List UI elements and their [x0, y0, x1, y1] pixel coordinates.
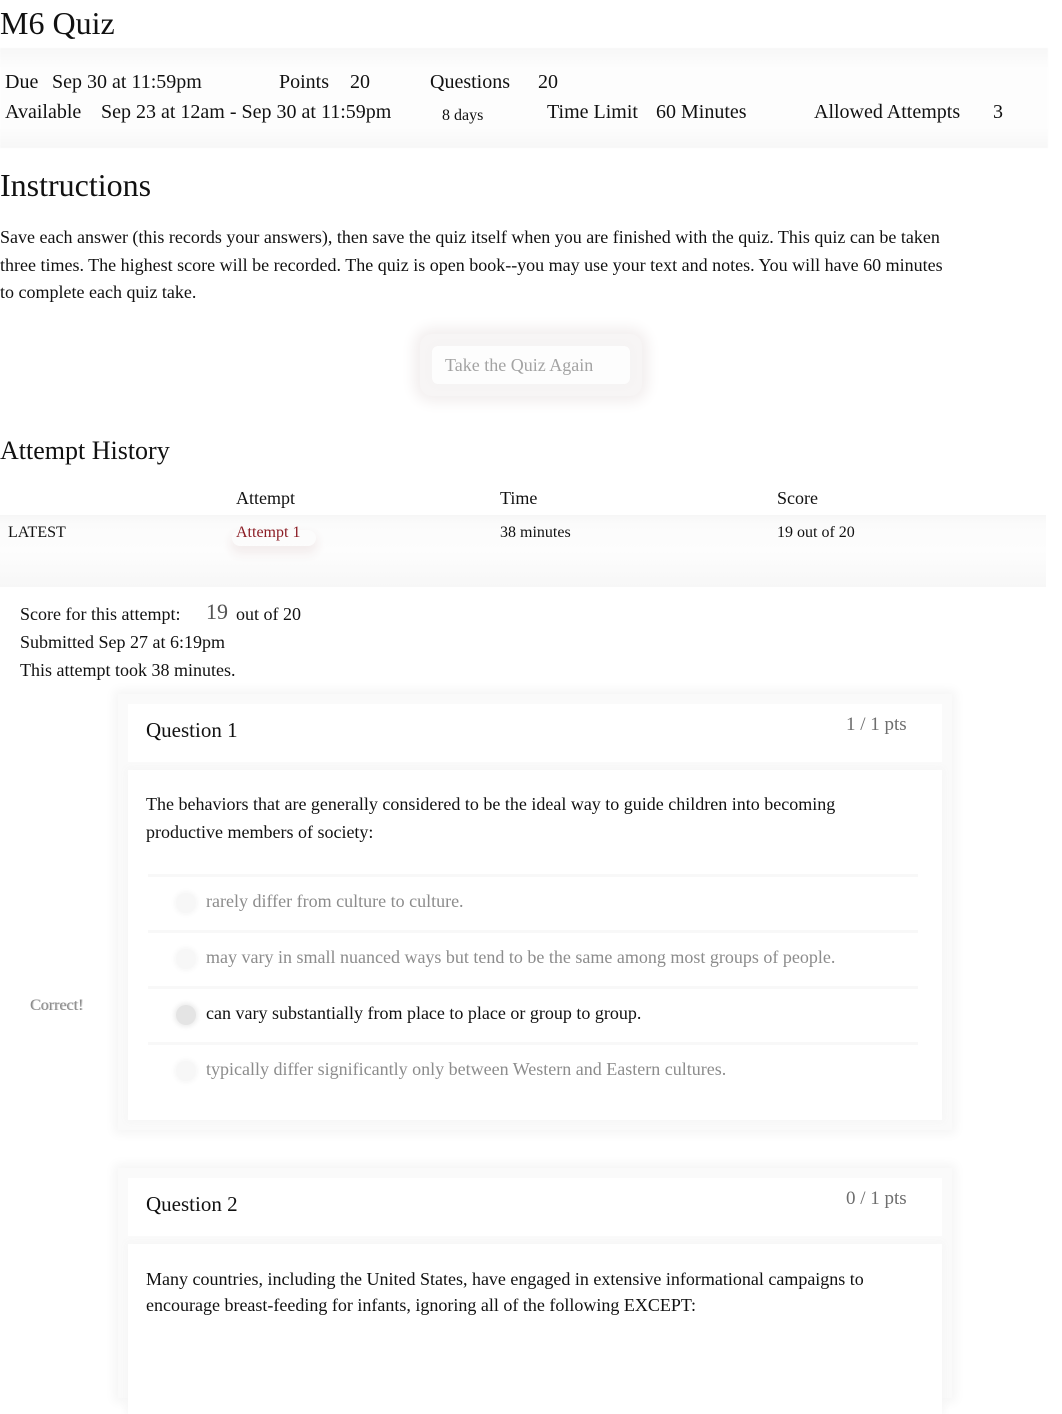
page-title: M6 Quiz	[0, 5, 115, 41]
due-label: Due	[5, 71, 39, 93]
question-1-text: The behaviors that are generally conside…	[146, 794, 836, 842]
attempt-score: 19 out of 20	[777, 524, 855, 541]
available-value: Sep 23 at 12am - Sep 30 at 11:59pm	[101, 101, 392, 123]
submitted-time: Submitted Sep 27 at 6:19pm	[20, 632, 225, 652]
allowed-attempts-value: 3	[993, 101, 1003, 123]
score-label: Score for this attempt:	[20, 604, 181, 624]
attempt-history-heading: Attempt History	[0, 436, 170, 465]
attempt-duration: This attempt took 38 minutes.	[20, 660, 236, 680]
radio-icon[interactable]	[176, 893, 196, 913]
answer-text: typically differ significantly only betw…	[206, 1059, 727, 1079]
attempt-1-link[interactable]: Attempt 1	[236, 522, 300, 544]
latest-tag: LATEST	[8, 524, 66, 541]
time-limit-label: Time Limit	[547, 101, 638, 123]
questions-value: 20	[538, 71, 558, 93]
questions-label: Questions	[430, 71, 510, 93]
column-header-time: Time	[500, 488, 538, 508]
question-2-points: 0 / 1 pts	[846, 1188, 907, 1209]
points-value: 20	[350, 71, 370, 93]
available-label: Available	[5, 101, 82, 123]
question-2-header	[128, 1178, 942, 1236]
points-label: Points	[279, 71, 330, 93]
radio-selected-icon[interactable]	[176, 1005, 196, 1025]
answer-text: rarely differ from culture to culture.	[206, 891, 464, 911]
take-quiz-again-button[interactable]: Take the Quiz Again	[432, 346, 630, 384]
radio-icon[interactable]	[176, 1061, 196, 1081]
answer-option-selected[interactable]: can vary substantially from place to pla…	[148, 986, 918, 1043]
question-2-title: Question 2	[146, 1192, 238, 1216]
time-limit-value: 60 Minutes	[656, 101, 747, 123]
question-1-points: 1 / 1 pts	[846, 714, 907, 735]
answer-option[interactable]: may vary in small nuanced ways but tend …	[148, 930, 918, 987]
answer-text: may vary in small nuanced ways but tend …	[206, 947, 836, 967]
question-1-title: Question 1	[146, 718, 238, 742]
question-2-text: Many countries, including the United Sta…	[146, 1269, 864, 1315]
available-duration: 8 days	[442, 107, 484, 124]
correct-answer-label: Correct!	[30, 997, 84, 1014]
question-1-header	[128, 704, 942, 762]
allowed-attempts-label: Allowed Attempts	[814, 101, 961, 123]
answer-option[interactable]: typically differ significantly only betw…	[148, 1042, 918, 1099]
column-header-score: Score	[777, 488, 818, 508]
due-value: Sep 30 at 11:59pm	[52, 71, 202, 93]
answer-text: can vary substantially from place to pla…	[206, 1003, 642, 1023]
column-header-attempt: Attempt	[236, 488, 295, 508]
score-value: 19	[206, 599, 228, 624]
score-total: out of 20	[236, 604, 301, 624]
instructions-text: Save each answer (this records your answ…	[0, 227, 943, 302]
instructions-heading: Instructions	[0, 167, 152, 203]
radio-icon[interactable]	[176, 949, 196, 969]
answer-option[interactable]: rarely differ from culture to culture.	[148, 874, 918, 931]
attempt-time: 38 minutes	[500, 524, 571, 541]
quiz-details-panel	[0, 48, 1048, 148]
